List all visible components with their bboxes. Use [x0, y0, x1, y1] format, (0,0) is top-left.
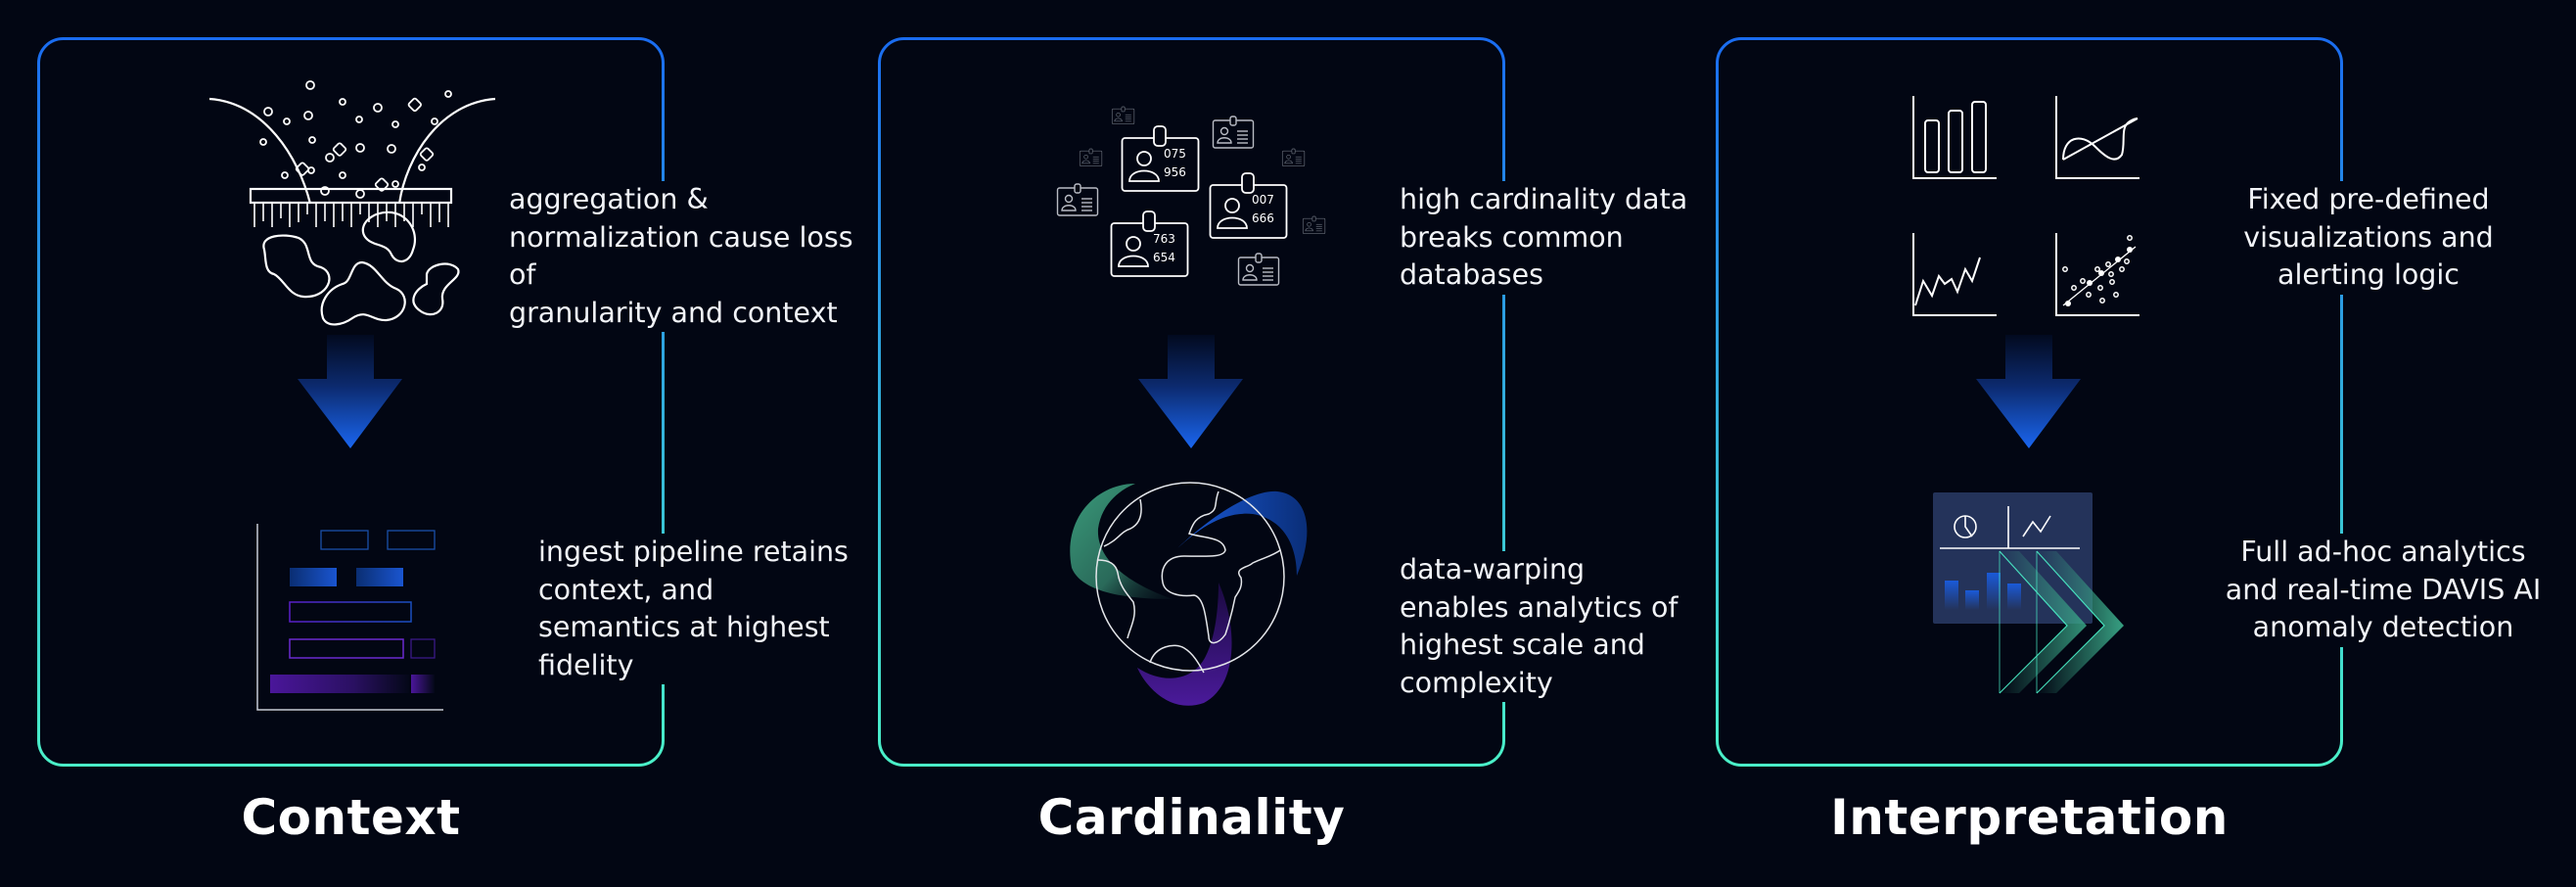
line-chart-mini-icon [1912, 233, 1997, 316]
funnel-filter-icon [208, 80, 496, 326]
badge-number: 007 [1252, 193, 1274, 207]
scatter-chart-mini-icon [2055, 233, 2139, 316]
card-cardinality-top-text: high cardinality data breaks common data… [1400, 181, 1688, 295]
badge-number: 763 [1153, 232, 1175, 246]
card-cardinality-bottom-text: data-warping enables analytics of highes… [1400, 551, 1679, 702]
card-interpretation-bottom-text: Full ad-hoc analytics and real-time DAVI… [2217, 534, 2550, 647]
badge-number: 075 [1164, 147, 1186, 161]
down-arrow-icon [1138, 335, 1243, 448]
layered-bar-chart-icon [256, 524, 443, 711]
card-title-cardinality: Cardinality [1037, 789, 1346, 846]
bar-chart-mini-icon [1912, 96, 1997, 179]
globe-icon [1070, 482, 1308, 706]
id-badges-icon: 075 956 007 666 763 654 [1047, 98, 1341, 303]
dashboard-chevron-icon [1933, 492, 2124, 694]
badge-number: 654 [1153, 251, 1175, 264]
card-interpretation-top-text: Fixed pre-defined visualizations and ale… [2222, 181, 2515, 295]
swoosh-purple [1137, 583, 1232, 706]
badge-number: 666 [1252, 211, 1274, 225]
swoosh-blue [1177, 490, 1308, 576]
chart-types-icon [1912, 96, 2139, 316]
card-context-top-text: aggregation & normalization cause loss o… [509, 181, 853, 332]
dim-badges [1079, 106, 1326, 234]
swoosh-green [1070, 484, 1173, 599]
card-title-interpretation: Interpretation [1830, 789, 2229, 846]
badge-number: 956 [1164, 165, 1186, 179]
curve-chart-mini-icon [2055, 96, 2139, 179]
down-arrow-icon [1976, 335, 2081, 448]
card-context-bottom-text: ingest pipeline retains context, and sem… [538, 534, 849, 684]
card-title-context: Context [241, 789, 461, 846]
down-arrow-icon [298, 335, 402, 448]
